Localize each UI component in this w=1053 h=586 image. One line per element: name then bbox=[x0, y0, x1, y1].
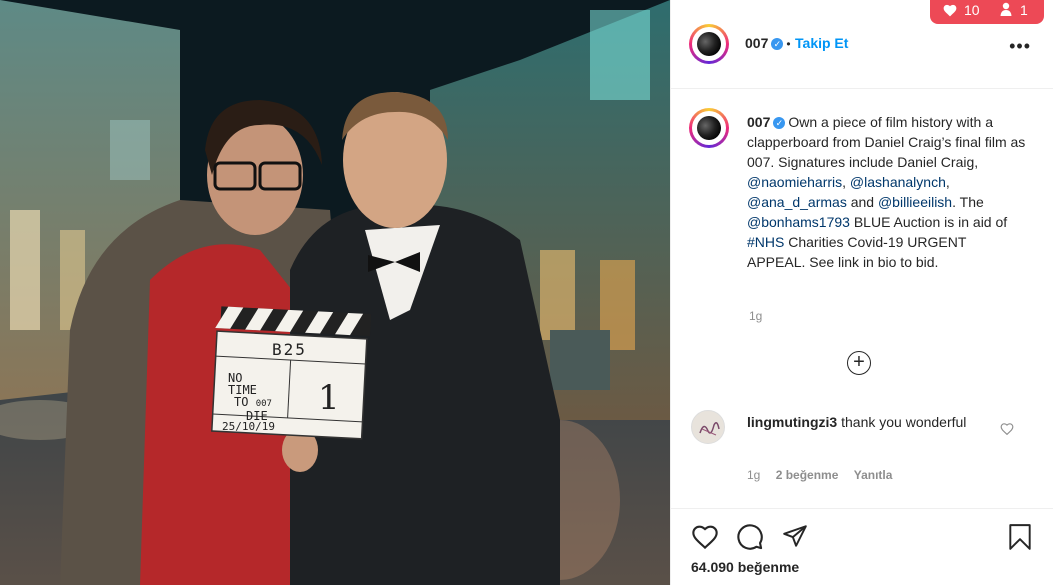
comment-likes[interactable]: 2 beğenme bbox=[776, 468, 839, 482]
activity-notification[interactable]: 10 1 bbox=[930, 0, 1044, 24]
plus-circle-icon[interactable]: + bbox=[847, 351, 871, 375]
heart-icon[interactable] bbox=[691, 523, 719, 549]
photo-scene bbox=[0, 0, 670, 585]
reply-button[interactable]: Yanıtla bbox=[854, 468, 893, 482]
header-separator: • bbox=[786, 37, 791, 51]
mention-link[interactable]: @ana_d_armas bbox=[747, 194, 847, 210]
bookmark-icon[interactable] bbox=[1007, 523, 1033, 551]
verified-badge-icon: ✓ bbox=[771, 37, 784, 50]
avatar-ring-inner bbox=[692, 111, 726, 145]
paper-plane-icon[interactable] bbox=[781, 523, 809, 549]
notification-likes-count: 10 bbox=[964, 2, 980, 18]
notification-follows-count: 1 bbox=[1020, 2, 1028, 18]
mention-link[interactable]: @lashanalynch bbox=[850, 174, 946, 190]
comment-meta: 1g 2 beğenme Yanıtla bbox=[747, 468, 904, 482]
mention-link[interactable]: @billieeilish bbox=[878, 194, 952, 210]
header-username[interactable]: 007 bbox=[745, 35, 768, 51]
caption-text: , bbox=[945, 174, 950, 190]
avatar[interactable] bbox=[689, 24, 729, 64]
caption-username[interactable]: 007 bbox=[747, 114, 770, 130]
007-logo-icon bbox=[697, 116, 721, 140]
caption-time[interactable]: 1g bbox=[749, 309, 762, 323]
caption-text: BLUE Auction is in aid of bbox=[849, 214, 1008, 230]
hashtag-link[interactable]: #NHS bbox=[747, 234, 784, 250]
comment-time[interactable]: 1g bbox=[747, 468, 760, 482]
more-options-icon[interactable]: ••• bbox=[1009, 36, 1031, 57]
comment-text: thank you wonderful bbox=[841, 414, 967, 430]
verified-badge-icon: ✓ bbox=[773, 117, 786, 130]
follow-button[interactable]: Takip Et bbox=[795, 35, 848, 51]
header-user-line: 007 ✓ • Takip Et bbox=[745, 35, 848, 53]
caption-text: and bbox=[846, 194, 878, 210]
comment-icon[interactable] bbox=[736, 523, 764, 551]
post-caption: 007 ✓ Own a piece of film history with a c… bbox=[747, 112, 1027, 272]
clapper-title-line: TO bbox=[234, 395, 249, 409]
clapper-title: NO TIME TO 007 DIE bbox=[228, 372, 272, 422]
caption-text: , bbox=[842, 174, 850, 190]
comment-username[interactable]: lingmutingzi3 bbox=[747, 414, 837, 430]
clapper-scene: B25 bbox=[272, 340, 307, 359]
clapper-date: 25/10/19 bbox=[222, 420, 275, 433]
post-photo[interactable]: B25 NO TIME TO 007 DIE 1 25/10/19 bbox=[0, 0, 670, 585]
mention-link[interactable]: @naomieharris bbox=[747, 174, 842, 190]
comment: lingmutingzi3 thank you wonderful bbox=[747, 412, 997, 432]
caption-avatar[interactable] bbox=[689, 108, 729, 148]
avatar-ring-inner bbox=[692, 27, 726, 61]
comment-like-heart-icon[interactable] bbox=[1000, 422, 1014, 435]
person-icon bbox=[1000, 2, 1012, 16]
comment-avatar[interactable] bbox=[691, 410, 725, 444]
post-side-panel: 007 ✓ • Takip Et ••• 007 ✓ Own a piece of fi… bbox=[670, 0, 1053, 585]
caption-text: Own a piece of film history with a clapp… bbox=[747, 114, 1026, 170]
007-logo-icon bbox=[697, 32, 721, 56]
signature-icon bbox=[699, 422, 720, 436]
heart-icon bbox=[943, 4, 957, 17]
mention-link[interactable]: @bonhams1793 bbox=[747, 214, 850, 230]
clapper-note: 007 bbox=[255, 399, 272, 409]
clapper-take: 1 bbox=[318, 378, 340, 418]
caption-text: . The bbox=[952, 194, 984, 210]
likes-count[interactable]: 64.090 beğenme bbox=[691, 559, 799, 575]
